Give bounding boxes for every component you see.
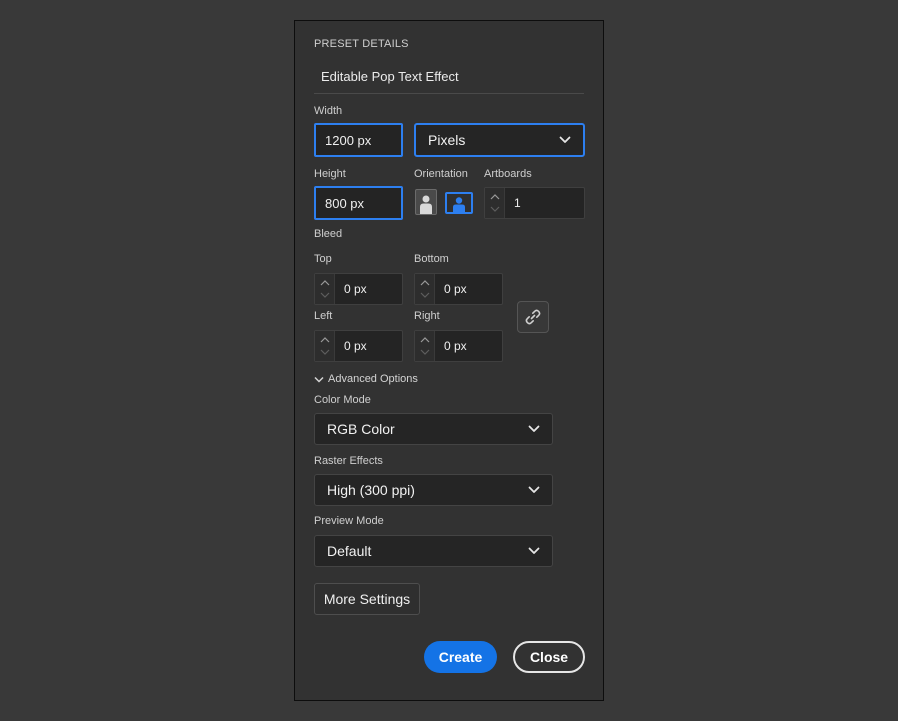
raster-effects-label: Raster Effects (314, 455, 383, 467)
chevron-up-icon[interactable] (320, 277, 330, 289)
units-value: Pixels (428, 132, 466, 148)
close-button[interactable]: Close (513, 641, 585, 673)
stepper-arrows[interactable] (315, 331, 335, 361)
preview-mode-select[interactable]: Default (314, 535, 553, 567)
raster-effects-value: High (300 ppi) (327, 482, 415, 498)
bleed-top-value: 0 px (344, 282, 367, 296)
chevron-down-icon[interactable] (320, 346, 330, 358)
document-name-input[interactable]: Editable Pop Text Effect (321, 69, 459, 84)
bleed-left-stepper[interactable]: 0 px (314, 330, 403, 362)
stepper-arrows[interactable] (415, 274, 435, 304)
preview-mode-value: Default (327, 543, 372, 559)
more-settings-button[interactable]: More Settings (314, 583, 420, 615)
chevron-down-icon[interactable] (490, 203, 500, 215)
create-button[interactable]: Create (424, 641, 497, 673)
bleed-left-label: Left (314, 310, 333, 322)
raster-effects-select[interactable]: High (300 ppi) (314, 474, 553, 506)
color-mode-select[interactable]: RGB Color (314, 413, 553, 445)
bleed-right-stepper[interactable]: 0 px (414, 330, 503, 362)
divider (314, 93, 584, 94)
chevron-up-icon[interactable] (420, 334, 430, 346)
artboards-value: 1 (514, 196, 521, 210)
portrait-icon (420, 195, 432, 214)
bleed-right-value: 0 px (444, 339, 467, 353)
chevron-down-icon (559, 136, 571, 143)
preset-details-title: PRESET DETAILS (314, 38, 409, 50)
bleed-label: Bleed (314, 228, 343, 240)
height-value: 800 px (325, 195, 365, 211)
chevron-down-icon[interactable] (420, 289, 430, 301)
bleed-bottom-label: Bottom (414, 253, 449, 265)
width-value: 1200 px (325, 132, 372, 148)
chevron-down-icon (528, 425, 540, 432)
bleed-left-value: 0 px (344, 339, 367, 353)
artboards-stepper[interactable]: 1 (484, 187, 585, 219)
advanced-options-toggle[interactable]: Advanced Options (314, 373, 418, 385)
preview-mode-label: Preview Mode (314, 515, 384, 527)
height-label: Height (314, 168, 346, 180)
color-mode-value: RGB Color (327, 421, 395, 437)
stepper-arrows[interactable] (485, 188, 505, 218)
artboards-label: Artboards (484, 168, 532, 180)
stepper-arrows[interactable] (315, 274, 335, 304)
color-mode-label: Color Mode (314, 394, 371, 406)
bleed-top-stepper[interactable]: 0 px (314, 273, 403, 305)
advanced-options-label: Advanced Options (328, 373, 418, 385)
chevron-up-icon[interactable] (320, 334, 330, 346)
chevron-up-icon[interactable] (420, 277, 430, 289)
bleed-bottom-stepper[interactable]: 0 px (414, 273, 503, 305)
chevron-up-icon[interactable] (490, 191, 500, 203)
width-field[interactable]: 1200 px (314, 123, 403, 157)
stepper-arrows[interactable] (415, 331, 435, 361)
chevron-down-icon[interactable] (320, 289, 330, 301)
portrait-button[interactable] (415, 189, 437, 215)
chevron-down-icon[interactable] (420, 346, 430, 358)
bleed-top-label: Top (314, 253, 332, 265)
chevron-down-icon (314, 376, 324, 383)
units-select[interactable]: Pixels (414, 123, 585, 157)
height-field[interactable]: 800 px (314, 186, 403, 220)
link-bleed-button[interactable] (517, 301, 549, 333)
landscape-button[interactable] (445, 192, 473, 214)
orientation-label: Orientation (414, 168, 468, 180)
chevron-down-icon (528, 486, 540, 493)
link-icon (525, 309, 541, 325)
bleed-bottom-value: 0 px (444, 282, 467, 296)
width-label: Width (314, 105, 343, 117)
bleed-right-label: Right (414, 310, 440, 322)
landscape-icon (453, 197, 465, 212)
new-document-preset-panel: PRESET DETAILS Editable Pop Text Effect … (294, 20, 604, 701)
chevron-down-icon (528, 547, 540, 554)
